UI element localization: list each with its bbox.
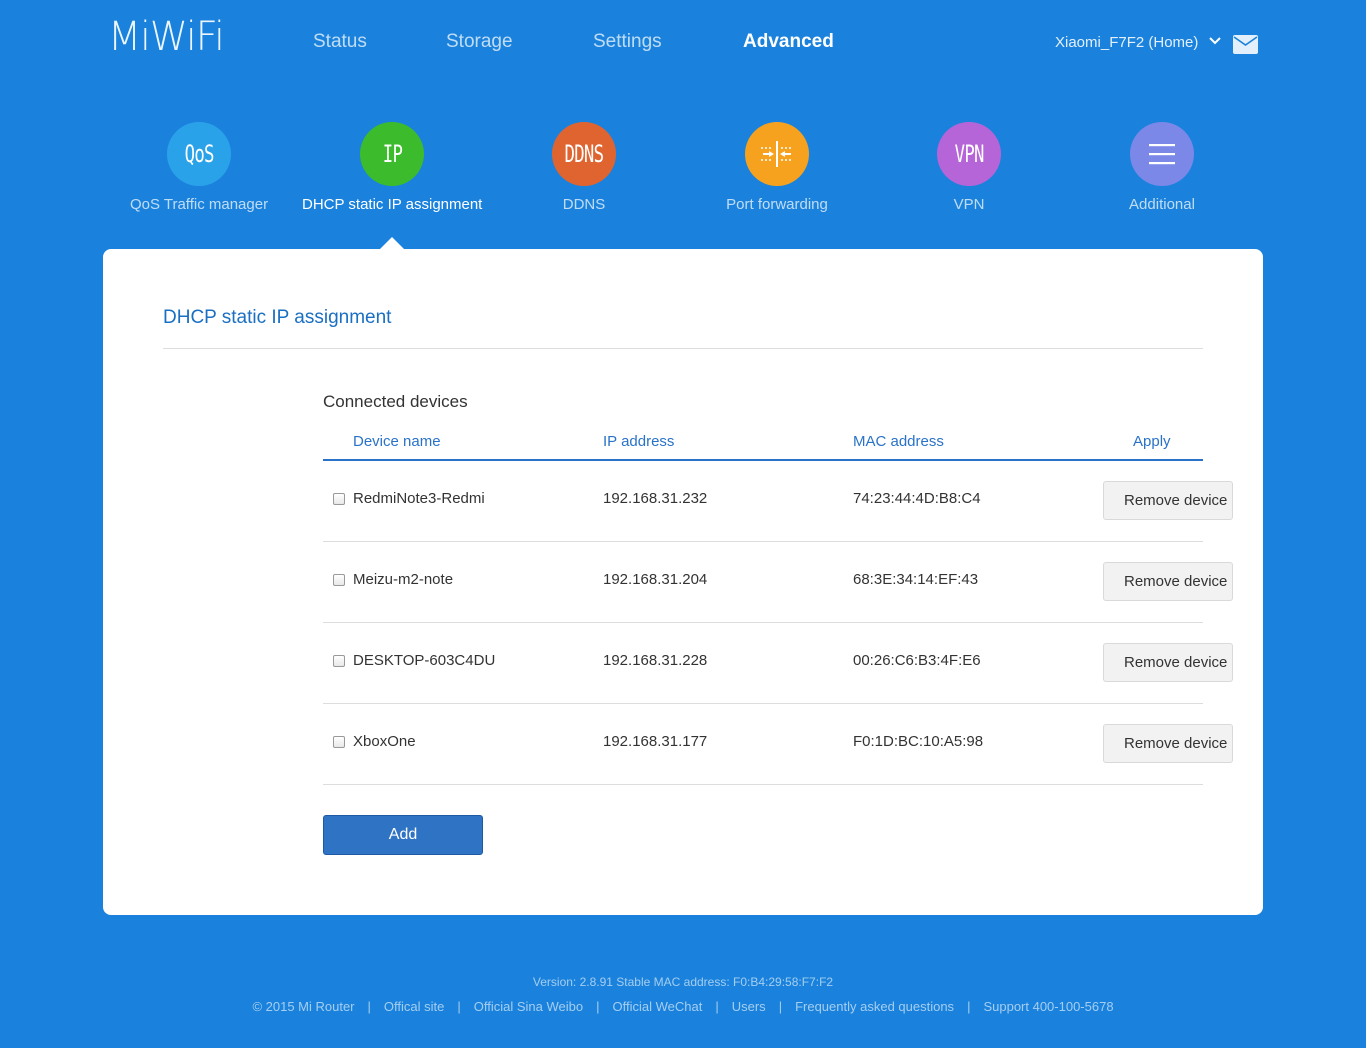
feature-label: VPN	[953, 196, 985, 213]
device-ip: 192.168.31.177	[603, 733, 708, 750]
port-forwarding-icon	[745, 122, 809, 186]
content-card: DHCP static IP assignment Connected devi…	[103, 249, 1263, 915]
remove-device-button[interactable]: Remove device	[1103, 643, 1233, 682]
router-selector[interactable]: Xiaomi_F7F2 (Home)	[1055, 34, 1221, 51]
feature-label: DHCP static IP assignment	[302, 196, 483, 213]
device-mac: 00:26:C6:B3:4F:E6	[853, 652, 981, 669]
feature-additional[interactable]: Additional	[1072, 122, 1252, 213]
footer-link-official-site[interactable]: Offical site	[384, 999, 444, 1014]
devices-table: Device name IP address MAC address Apply…	[323, 429, 1233, 785]
footer-version: Version: 2.8.91 Stable MAC address: F0:B…	[532, 975, 834, 989]
footer-links: © 2015 Mi Router | Offical site | Official S…	[252, 999, 1114, 1014]
feature-qos[interactable]: QoS QoS Traffic manager	[109, 122, 289, 213]
remove-device-button[interactable]: Remove device	[1103, 724, 1233, 763]
mail-icon[interactable]	[1233, 35, 1258, 54]
column-ip-address: IP address	[603, 433, 675, 450]
table-row: XboxOne 192.168.31.177 F0:1D:BC:10:A5:98…	[323, 704, 1233, 785]
device-name: Meizu-m2-note	[353, 571, 454, 588]
divider	[163, 348, 1203, 349]
table-row: DESKTOP-603C4DU 192.168.31.228 00:26:C6:…	[323, 623, 1233, 704]
nav-status[interactable]: Status	[313, 31, 367, 53]
footer-link-wechat[interactable]: Official WeChat	[613, 999, 703, 1014]
device-mac: 68:3E:34:14:EF:43	[853, 571, 979, 588]
feature-label: DDNS	[562, 196, 606, 213]
row-checkbox[interactable]	[333, 655, 345, 667]
router-name: Xiaomi_F7F2 (Home)	[1055, 34, 1199, 51]
footer-link-support[interactable]: Support 400-100-5678	[983, 999, 1113, 1014]
chevron-down-icon	[1208, 37, 1221, 45]
device-name: RedmiNote3-Redmi	[353, 490, 485, 507]
add-button[interactable]: Add	[323, 815, 483, 855]
footer-link-faq[interactable]: Frequently asked questions	[795, 999, 954, 1014]
table-row: RedmiNote3-Redmi 192.168.31.232 74:23:44…	[323, 461, 1233, 542]
feature-label: Port forwarding	[726, 196, 828, 213]
footer-link-sina-weibo[interactable]: Official Sina Weibo	[474, 999, 583, 1014]
footer-link-users[interactable]: Users	[732, 999, 766, 1014]
table-row: Meizu-m2-note 192.168.31.204 68:3E:34:14…	[323, 542, 1233, 623]
nav-advanced[interactable]: Advanced	[743, 31, 834, 53]
miwifi-logo: MiWiFi	[108, 14, 225, 60]
column-apply: Apply	[1133, 433, 1171, 450]
vpn-icon: VPN	[937, 122, 1001, 186]
section-title: Connected devices	[323, 392, 468, 411]
nav-storage[interactable]: Storage	[446, 31, 513, 53]
footer-copyright: © 2015 Mi Router	[252, 999, 355, 1014]
ddns-icon: DDNS	[552, 122, 616, 186]
feature-vpn[interactable]: VPN VPN	[879, 122, 1059, 213]
table-header: Device name IP address MAC address Apply	[323, 429, 1203, 461]
column-device-name: Device name	[353, 433, 441, 450]
ip-icon: IP	[360, 122, 424, 186]
page-title: DHCP static IP assignment	[163, 307, 392, 328]
device-name: XboxOne	[353, 733, 416, 750]
column-mac-address: MAC address	[853, 433, 944, 450]
device-name: DESKTOP-603C4DU	[353, 652, 496, 669]
feature-dhcp-static-ip[interactable]: IP DHCP static IP assignment	[302, 122, 482, 213]
feature-label: QoS Traffic manager	[129, 196, 269, 213]
device-mac: 74:23:44:4D:B8:C4	[853, 490, 981, 507]
qos-icon: QoS	[167, 122, 231, 186]
device-ip: 192.168.31.228	[603, 652, 708, 669]
feature-port-forwarding[interactable]: Port forwarding	[687, 122, 867, 213]
menu-icon	[1130, 122, 1194, 186]
row-checkbox[interactable]	[333, 493, 345, 505]
feature-ddns[interactable]: DDNS DDNS	[494, 122, 674, 213]
row-checkbox[interactable]	[333, 574, 345, 586]
device-ip: 192.168.31.232	[603, 490, 708, 507]
device-ip: 192.168.31.204	[603, 571, 708, 588]
feature-label: Additional	[1129, 196, 1195, 213]
remove-device-button[interactable]: Remove device	[1103, 562, 1233, 601]
remove-device-button[interactable]: Remove device	[1103, 481, 1233, 520]
nav-settings[interactable]: Settings	[593, 31, 662, 53]
device-mac: F0:1D:BC:10:A5:98	[853, 733, 984, 750]
active-tab-pointer	[380, 237, 404, 249]
row-checkbox[interactable]	[333, 736, 345, 748]
